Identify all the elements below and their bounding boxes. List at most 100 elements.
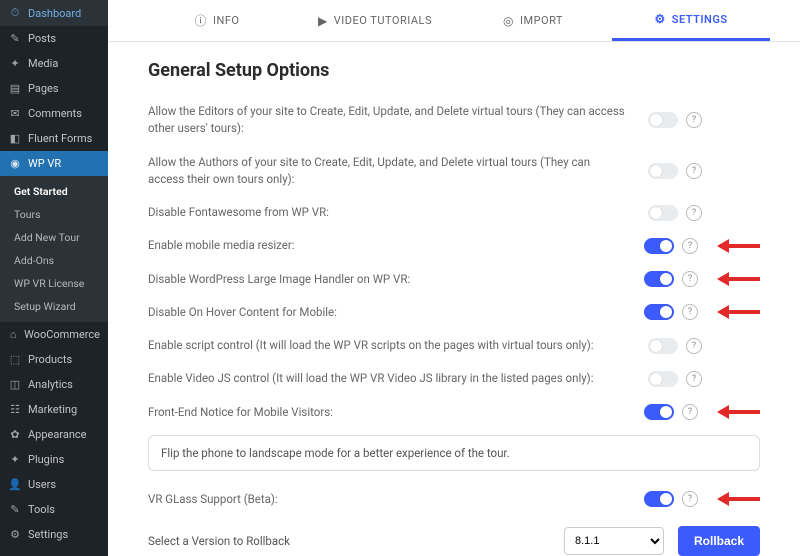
- setting-label: Front-End Notice for Mobile Visitors:: [148, 404, 644, 421]
- help-icon[interactable]: ?: [686, 338, 702, 354]
- annotation-arrow-icon: [710, 493, 760, 505]
- toggle-switch[interactable]: [644, 271, 674, 287]
- toggle-switch[interactable]: [648, 338, 678, 354]
- tab-import[interactable]: ◎ IMPORT: [454, 0, 612, 41]
- help-icon[interactable]: ?: [682, 271, 698, 287]
- sub-add-new-tour[interactable]: Add New Tour: [0, 226, 108, 249]
- forms-icon: ◧: [8, 132, 22, 145]
- setting-label: Disable WordPress Large Image Handler on…: [148, 271, 644, 288]
- sidebar-item-label: Tools: [28, 503, 55, 516]
- sidebar-item-label: WooCommerce: [24, 328, 100, 341]
- setting-row: Enable mobile media resizer:?: [148, 229, 760, 262]
- annotation-arrow-icon: [710, 240, 760, 252]
- play-icon: ▶: [318, 14, 328, 28]
- toggle-switch[interactable]: [648, 205, 678, 221]
- sub-setup-wizard[interactable]: Setup Wizard: [0, 295, 108, 318]
- setting-label: Enable script control (It will load the …: [148, 337, 648, 354]
- setting-label: Disable On Hover Content for Mobile:: [148, 304, 644, 321]
- setting-row: Disable WordPress Large Image Handler on…: [148, 263, 760, 296]
- tab-label: SETTINGS: [672, 13, 728, 26]
- woo-icon: ⌂: [8, 328, 18, 341]
- top-tabs: ⓘINFO ▶VIDEO TUTORIALS ◎ IMPORT ⚙SETTINGS: [108, 0, 800, 42]
- products-icon: ⬚: [8, 353, 22, 366]
- sidebar-item-plugins[interactable]: ✦ Plugins: [0, 447, 108, 472]
- sidebar-submenu-wpvr: Get Started Tours Add New Tour Add-Ons W…: [0, 176, 108, 322]
- toggle-switch[interactable]: [648, 112, 678, 128]
- sidebar-item-pages[interactable]: ▤Pages: [0, 76, 108, 101]
- toggle-switch[interactable]: [644, 238, 674, 254]
- sidebar-item-tools[interactable]: ✎ Tools: [0, 497, 108, 522]
- sidebar-item-analytics[interactable]: ◫Analytics: [0, 372, 108, 397]
- help-icon[interactable]: ?: [686, 205, 702, 221]
- sidebar-item-settings[interactable]: ⚙Settings: [0, 522, 108, 547]
- sub-tours[interactable]: Tours: [0, 203, 108, 226]
- sidebar-item-label: Plugins: [28, 453, 64, 466]
- sidebar-item-products[interactable]: ⬚ Products: [0, 347, 108, 372]
- sidebar-item-dashboard[interactable]: ⏱Dashboard: [0, 0, 108, 26]
- sidebar-item-label: Fluent Forms: [28, 132, 92, 145]
- toggle-switch[interactable]: [644, 404, 674, 420]
- help-icon[interactable]: ?: [686, 112, 702, 128]
- tab-video-tutorials[interactable]: ▶VIDEO TUTORIALS: [296, 0, 454, 41]
- sidebar-item-label: WP VR: [28, 157, 61, 170]
- setting-row: Allow the Authors of your site to Create…: [148, 146, 760, 197]
- tools-icon: ✎: [8, 503, 22, 516]
- sub-license[interactable]: WP VR License: [0, 272, 108, 295]
- rollback-row: Select a Version to Rollback 8.1.1 Rollb…: [148, 516, 760, 556]
- rollback-label: Select a Version to Rollback: [148, 534, 550, 548]
- annotation-arrow-icon: [710, 406, 760, 418]
- sidebar-item-posts[interactable]: ✎Posts: [0, 26, 108, 51]
- plugins-icon: ✦: [8, 453, 22, 466]
- sidebar-item-label: Comments: [28, 107, 82, 120]
- tab-settings[interactable]: ⚙SETTINGS: [612, 0, 770, 41]
- help-icon[interactable]: ?: [682, 491, 698, 507]
- setting-row: Enable script control (It will load the …: [148, 329, 760, 362]
- sidebar-item-label: Products: [28, 353, 72, 366]
- help-icon[interactable]: ?: [682, 238, 698, 254]
- toggle-switch[interactable]: [648, 371, 678, 387]
- help-icon[interactable]: ?: [682, 404, 698, 420]
- setting-label: Allow the Authors of your site to Create…: [148, 154, 648, 189]
- sidebar-item-media[interactable]: ✦Media: [0, 51, 108, 76]
- annotation-arrow-icon: [710, 273, 760, 285]
- help-icon[interactable]: ?: [686, 163, 702, 179]
- setting-row: Enable Video JS control (It will load th…: [148, 362, 760, 395]
- annotation-arrow-icon: [710, 306, 760, 318]
- tab-label: IMPORT: [520, 14, 563, 27]
- sidebar-item-wpvr[interactable]: ◉WP VR: [0, 151, 108, 176]
- setting-label: Enable Video JS control (It will load th…: [148, 370, 648, 387]
- sidebar-item-users[interactable]: 👤Users: [0, 472, 108, 497]
- admin-sidebar: ⏱Dashboard ✎Posts ✦Media ▤Pages ✉Comment…: [0, 0, 108, 556]
- mobile-notice-text: Flip the phone to landscape mode for a b…: [148, 435, 760, 471]
- rollback-version-select[interactable]: 8.1.1: [564, 527, 664, 555]
- sidebar-item-marketing[interactable]: ☷Marketing: [0, 397, 108, 422]
- setting-label: Disable Fontawesome from WP VR:: [148, 204, 648, 221]
- sidebar-item-label: Media: [28, 57, 58, 70]
- help-icon[interactable]: ?: [686, 371, 702, 387]
- comment-icon: ✉: [8, 107, 22, 120]
- import-icon: ◎: [503, 14, 514, 28]
- page-icon: ▤: [8, 82, 22, 95]
- toggle-vr-glass[interactable]: [644, 491, 674, 507]
- sidebar-item-woocommerce[interactable]: ⌂ WooCommerce: [0, 322, 108, 347]
- users-icon: 👤: [8, 478, 22, 491]
- sidebar-item-label: Settings: [28, 528, 68, 541]
- setting-label: Allow the Editors of your site to Create…: [148, 103, 648, 138]
- sub-get-started[interactable]: Get Started: [0, 180, 108, 203]
- page-title: General Setup Options: [148, 60, 760, 81]
- rollback-button[interactable]: Rollback: [678, 526, 760, 556]
- setting-row: Front-End Notice for Mobile Visitors:?: [148, 396, 760, 429]
- sidebar-item-appearance[interactable]: ✿Appearance: [0, 422, 108, 447]
- sub-add-ons[interactable]: Add-Ons: [0, 249, 108, 272]
- sidebar-item-comments[interactable]: ✉ Comments: [0, 101, 108, 126]
- main-panel: ⓘINFO ▶VIDEO TUTORIALS ◎ IMPORT ⚙SETTINGS…: [108, 0, 800, 556]
- help-icon[interactable]: ?: [682, 304, 698, 320]
- analytics-icon: ◫: [8, 378, 22, 391]
- toggle-switch[interactable]: [644, 304, 674, 320]
- sidebar-item-fluent-forms[interactable]: ◧ Fluent Forms: [0, 126, 108, 151]
- toggle-switch[interactable]: [648, 163, 678, 179]
- tab-info[interactable]: ⓘINFO: [138, 0, 296, 41]
- gauge-icon: ⏱: [8, 6, 22, 20]
- pin-icon: ✎: [8, 32, 22, 45]
- collapse-menu[interactable]: ◀Collapse menu: [0, 547, 108, 556]
